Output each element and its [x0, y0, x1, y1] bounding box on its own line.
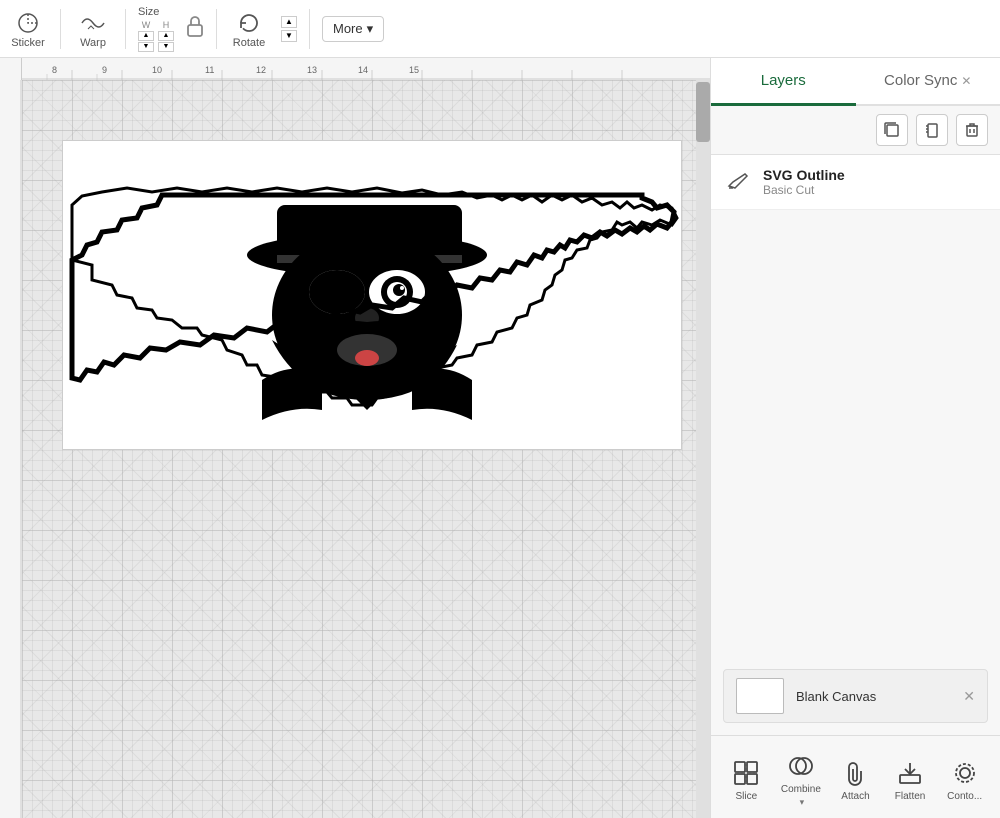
- more-dropdown-icon: ▾: [367, 21, 374, 37]
- svg-text:11: 11: [205, 65, 214, 75]
- svg-text:15: 15: [409, 65, 419, 75]
- rotate-icon: [235, 9, 263, 37]
- artwork[interactable]: [62, 140, 682, 450]
- panel-tabs: Layers Color Sync ✕: [711, 58, 1000, 106]
- attach-button[interactable]: Attach: [830, 757, 880, 802]
- slice-button[interactable]: Slice: [721, 757, 771, 802]
- attach-icon: [839, 757, 871, 789]
- grid-canvas[interactable]: [22, 80, 696, 818]
- layer-item-svg-outline[interactable]: SVG Outline Basic Cut: [711, 155, 1000, 210]
- blank-canvas-close[interactable]: ✕: [963, 688, 975, 705]
- sep4: [309, 9, 310, 49]
- right-panel: Layers Color Sync ✕: [710, 58, 1000, 818]
- warp-tool[interactable]: Warp: [73, 9, 113, 49]
- sep1: [60, 9, 61, 49]
- ruler-left: [0, 58, 22, 818]
- combine-dropdown-arrow[interactable]: ▾: [800, 797, 805, 808]
- contour-icon: [949, 757, 981, 789]
- top-toolbar: Sticker Warp Size W ▲ ▼ H: [0, 0, 1000, 58]
- sep2: [125, 9, 126, 49]
- tab-layers[interactable]: Layers: [711, 58, 856, 106]
- layer-icon: [727, 170, 751, 195]
- height-down[interactable]: ▼: [158, 42, 174, 52]
- panel-bottom: Slice Combine ▾: [711, 735, 1000, 818]
- svg-text:13: 13: [307, 65, 317, 75]
- duplicate-button[interactable]: [876, 114, 908, 146]
- svg-text:9: 9: [102, 65, 107, 75]
- layer-name: SVG Outline: [763, 167, 984, 183]
- color-sync-close[interactable]: ✕: [961, 74, 971, 88]
- blank-canvas-thumb: [736, 678, 784, 714]
- lock-icon: [186, 15, 204, 42]
- size-label: Size: [138, 6, 159, 18]
- scrollbar-thumb[interactable]: [696, 82, 710, 142]
- main-content: 8 9 10 11 12 13 14 15: [0, 58, 1000, 818]
- more-button[interactable]: More ▾: [322, 16, 384, 42]
- rotate-down[interactable]: ▼: [281, 30, 297, 42]
- svg-text:10: 10: [152, 65, 162, 75]
- delete-button[interactable]: [956, 114, 988, 146]
- sticker-icon: [14, 9, 42, 37]
- scrollbar-right[interactable]: [696, 80, 710, 818]
- svg-text:12: 12: [256, 65, 266, 75]
- ruler-top: 8 9 10 11 12 13 14 15: [0, 58, 710, 80]
- svg-text:14: 14: [358, 65, 368, 75]
- warp-icon: [79, 9, 107, 37]
- width-up[interactable]: ▲: [138, 31, 154, 41]
- layer-info: SVG Outline Basic Cut: [763, 167, 984, 197]
- flatten-button[interactable]: Flatten: [885, 757, 935, 802]
- sticker-tool[interactable]: Sticker: [8, 9, 48, 49]
- blank-canvas-label: Blank Canvas: [796, 689, 876, 704]
- slice-icon: [730, 757, 762, 789]
- width-down[interactable]: ▼: [138, 42, 154, 52]
- paste-button[interactable]: [916, 114, 948, 146]
- blank-canvas-section: Blank Canvas ✕: [723, 669, 988, 723]
- sep3: [216, 9, 217, 49]
- layer-sub: Basic Cut: [763, 183, 984, 197]
- height-up[interactable]: ▲: [158, 31, 174, 41]
- contour-button[interactable]: Conto...: [940, 757, 990, 802]
- rotate-up[interactable]: ▲: [281, 16, 297, 28]
- tab-color-sync[interactable]: Color Sync ✕: [856, 58, 1000, 106]
- panel-spacer: [711, 210, 1000, 657]
- rotate-tool[interactable]: Rotate: [229, 9, 269, 49]
- combine-button[interactable]: Combine ▾: [776, 750, 826, 808]
- lock-button[interactable]: [186, 15, 204, 42]
- combine-icon: [785, 750, 817, 782]
- svg-text:8: 8: [52, 65, 57, 75]
- canvas-area[interactable]: 8 9 10 11 12 13 14 15: [0, 58, 710, 818]
- panel-toolbar: [711, 106, 1000, 155]
- flatten-icon: [894, 757, 926, 789]
- panel-bottom-icons: Slice Combine ▾: [711, 746, 1000, 812]
